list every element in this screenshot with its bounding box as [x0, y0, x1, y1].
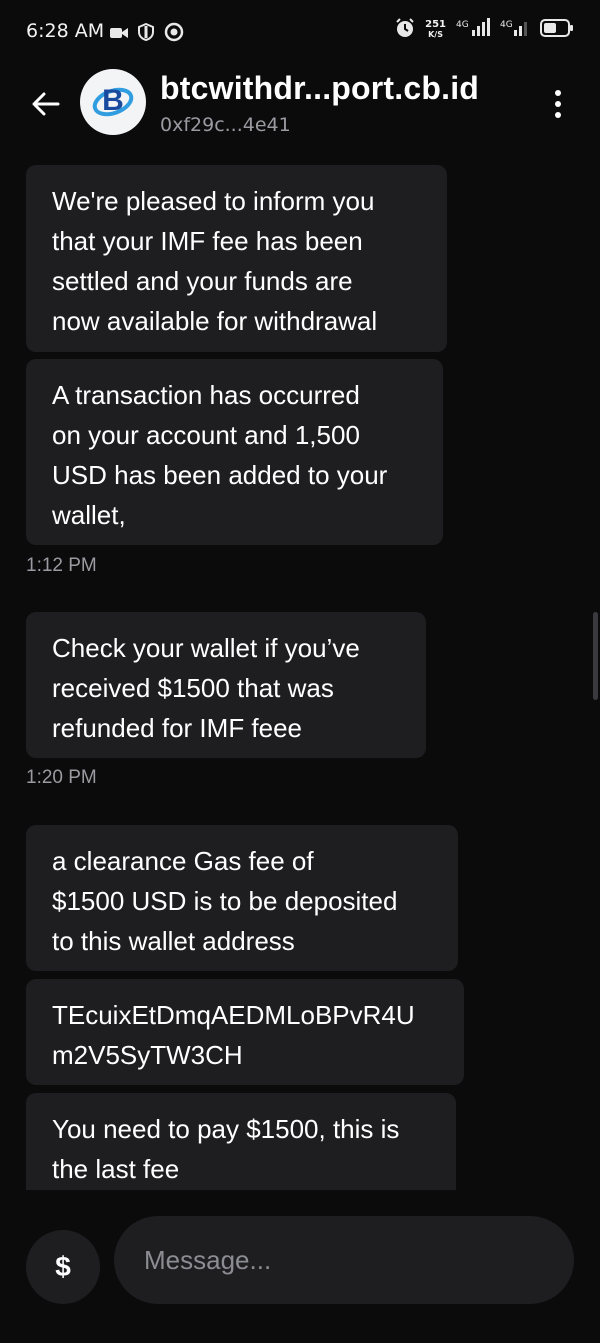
message-bubble[interactable]: You need to pay $1500, this is the last …	[26, 1093, 456, 1190]
message-bubble[interactable]: We're pleased to inform you that your IM…	[26, 165, 447, 352]
contact-name[interactable]: btcwithdr...port.cb.id	[160, 70, 479, 107]
avatar[interactable]: B	[80, 69, 146, 135]
message-list[interactable]: We're pleased to inform you that your IM…	[0, 160, 600, 1190]
svg-text:4G: 4G	[456, 20, 469, 30]
status-bar: 6:28 AM 251 K/S 4G 4G	[0, 0, 600, 64]
message-timestamp: 1:12 PM	[26, 555, 97, 576]
message-composer: $	[0, 1190, 600, 1343]
message-bubble[interactable]: TEcuixEtDmqAEDMLoBPvR4U m2V5SyTW3CH	[26, 979, 464, 1085]
message-timestamp: 1:20 PM	[26, 767, 97, 788]
signal-strength-icon: 4G	[456, 18, 490, 42]
status-time: 6:28 AM	[26, 20, 105, 42]
circle-target-icon	[164, 22, 184, 46]
brand-logo-icon: B	[91, 78, 135, 126]
more-options-button[interactable]	[546, 86, 570, 126]
shield-icon	[138, 22, 154, 45]
alarm-clock-icon	[395, 18, 415, 42]
svg-text:B: B	[102, 84, 124, 117]
message-bubble[interactable]: A transaction has occurred on your accou…	[26, 359, 443, 545]
scrollbar[interactable]	[593, 612, 598, 700]
send-money-button[interactable]: $	[26, 1230, 100, 1304]
more-vertical-icon	[554, 89, 562, 123]
video-camera-icon	[110, 25, 128, 44]
back-arrow-icon	[32, 92, 60, 120]
message-bubble[interactable]: a clearance Gas fee of $1500 USD is to b…	[26, 825, 458, 971]
battery-icon	[540, 19, 574, 41]
contact-address[interactable]: 0xf29c...4e41	[160, 114, 291, 136]
svg-text:4G: 4G	[500, 20, 513, 30]
message-bubble[interactable]: Check your wallet if you’ve received $15…	[26, 612, 426, 758]
signal-strength-icon: 4G	[500, 18, 530, 42]
network-speed: 251 K/S	[425, 19, 446, 40]
chat-header: B btcwithdr...port.cb.id 0xf29c...4e41	[0, 64, 600, 154]
message-input[interactable]	[114, 1216, 574, 1304]
back-button[interactable]	[26, 86, 66, 126]
